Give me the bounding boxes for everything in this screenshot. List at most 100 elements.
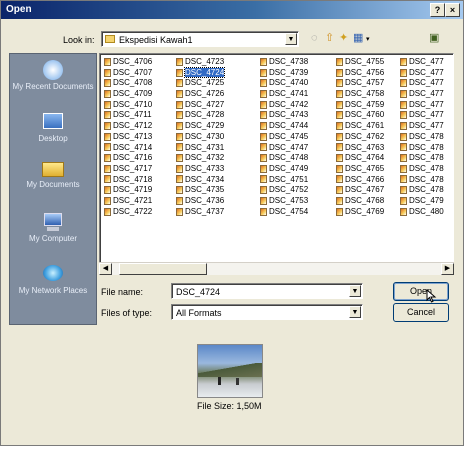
file-item[interactable]: DSC_4737: [176, 207, 224, 218]
file-item[interactable]: DSC_4717: [104, 164, 152, 175]
help-button[interactable]: ?: [430, 3, 445, 17]
file-item[interactable]: DSC_4755: [336, 57, 384, 68]
file-item[interactable]: DSC_4759: [336, 100, 384, 111]
chevron-down-icon[interactable]: ▼: [285, 33, 297, 45]
open-button[interactable]: Open: [393, 282, 449, 301]
file-item[interactable]: DSC_4719: [104, 185, 152, 196]
file-item[interactable]: DSC_4758: [336, 89, 384, 100]
views-dropdown-icon[interactable]: ▾: [366, 34, 370, 46]
file-item[interactable]: DSC_4747: [260, 143, 308, 154]
file-item[interactable]: DSC_478: [400, 185, 444, 196]
back-icon[interactable]: ◌: [311, 32, 318, 44]
file-item[interactable]: DSC_4727: [176, 100, 224, 111]
file-item[interactable]: DSC_4714: [104, 143, 152, 154]
file-item[interactable]: DSC_4749: [260, 164, 308, 175]
file-item[interactable]: DSC_477: [400, 89, 444, 100]
file-item[interactable]: DSC_478: [400, 153, 444, 164]
file-item[interactable]: DSC_4744: [260, 121, 308, 132]
file-item[interactable]: DSC_4730: [176, 132, 224, 143]
file-item[interactable]: DSC_4743: [260, 110, 308, 121]
file-item[interactable]: DSC_4757: [336, 78, 384, 89]
file-item[interactable]: DSC_4753: [260, 196, 308, 207]
file-item[interactable]: DSC_4768: [336, 196, 384, 207]
file-item[interactable]: DSC_4756: [336, 68, 384, 79]
file-item[interactable]: DSC_4760: [336, 110, 384, 121]
file-item[interactable]: DSC_477: [400, 100, 444, 111]
place-computer[interactable]: My Computer: [10, 212, 96, 243]
place-recent[interactable]: My Recent Documents: [10, 60, 96, 91]
file-item[interactable]: DSC_4766: [336, 175, 384, 186]
file-item[interactable]: DSC_4706: [104, 57, 152, 68]
new-folder-icon[interactable]: ✦: [339, 32, 348, 44]
file-item[interactable]: DSC_4729: [176, 121, 224, 132]
file-item[interactable]: DSC_4752: [260, 185, 308, 196]
scroll-left-button[interactable]: ◀: [99, 263, 112, 275]
file-item[interactable]: DSC_4733: [176, 164, 224, 175]
file-item[interactable]: DSC_4736: [176, 196, 224, 207]
file-item[interactable]: DSC_4718: [104, 175, 152, 186]
file-item[interactable]: DSC_4734: [176, 175, 224, 186]
file-item[interactable]: DSC_4732: [176, 153, 224, 164]
file-type-dropdown[interactable]: All Formats ▼: [171, 304, 363, 320]
file-item[interactable]: DSC_477: [400, 57, 444, 68]
file-item[interactable]: DSC_4713: [104, 132, 152, 143]
file-item[interactable]: DSC_4716: [104, 153, 152, 164]
file-item[interactable]: DSC_4739: [260, 68, 308, 79]
cancel-button[interactable]: Cancel: [393, 303, 449, 322]
file-item[interactable]: DSC_4735: [176, 185, 224, 196]
file-item[interactable]: DSC_4723: [176, 57, 224, 68]
file-item[interactable]: DSC_4740: [260, 78, 308, 89]
file-item[interactable]: DSC_477: [400, 121, 444, 132]
file-list[interactable]: DSC_4706 DSC_4707 DSC_4708 DSC_4709 DSC_4710…: [99, 53, 454, 273]
file-item[interactable]: DSC_4728: [176, 110, 224, 121]
file-item[interactable]: DSC_4748: [260, 153, 308, 164]
file-item[interactable]: DSC_4765: [336, 164, 384, 175]
file-item[interactable]: DSC_4722: [104, 207, 152, 218]
file-item[interactable]: DSC_4751: [260, 175, 308, 186]
place-desktop[interactable]: Desktop: [10, 112, 96, 143]
file-item[interactable]: DSC_4762: [336, 132, 384, 143]
file-item[interactable]: DSC_4764: [336, 153, 384, 164]
file-item[interactable]: DSC_4738: [260, 57, 308, 68]
file-item[interactable]: DSC_4710: [104, 100, 152, 111]
up-folder-icon[interactable]: ⇧: [325, 32, 334, 44]
file-item[interactable]: DSC_480: [400, 207, 444, 218]
file-item[interactable]: DSC_4754: [260, 207, 308, 218]
file-item[interactable]: DSC_4711: [104, 110, 152, 121]
file-item[interactable]: DSC_479: [400, 196, 444, 207]
file-item[interactable]: DSC_477: [400, 78, 444, 89]
file-item[interactable]: DSC_4712: [104, 121, 152, 132]
file-item[interactable]: DSC_4767: [336, 185, 384, 196]
file-item[interactable]: DSC_4721: [104, 196, 152, 207]
file-name-input[interactable]: DSC_4724 ▼: [171, 283, 363, 299]
file-item[interactable]: DSC_4745: [260, 132, 308, 143]
file-item[interactable]: DSC_4763: [336, 143, 384, 154]
look-in-dropdown[interactable]: Ekspedisi Kawah1 ▼: [101, 31, 299, 47]
file-item[interactable]: DSC_4707: [104, 68, 152, 79]
file-item[interactable]: DSC_4742: [260, 100, 308, 111]
chevron-down-icon[interactable]: ▼: [349, 306, 361, 318]
file-item[interactable]: DSC_4724: [176, 66, 226, 79]
views-icon[interactable]: ▦: [353, 32, 363, 44]
file-item[interactable]: DSC_478: [400, 143, 444, 154]
file-item[interactable]: DSC_478: [400, 164, 444, 175]
file-item[interactable]: DSC_477: [400, 110, 444, 121]
file-item[interactable]: DSC_4769: [336, 207, 384, 218]
file-item[interactable]: DSC_477: [400, 68, 444, 79]
file-item[interactable]: DSC_4726: [176, 89, 224, 100]
horizontal-scrollbar[interactable]: ◀ ▶: [99, 262, 454, 275]
file-item[interactable]: DSC_4708: [104, 78, 152, 89]
scroll-thumb[interactable]: [119, 263, 207, 275]
scroll-right-button[interactable]: ▶: [441, 263, 454, 275]
file-item[interactable]: DSC_4709: [104, 89, 152, 100]
file-item[interactable]: DSC_478: [400, 132, 444, 143]
file-item[interactable]: DSC_478: [400, 175, 444, 186]
desktop-icon[interactable]: ▣: [429, 32, 439, 44]
file-item[interactable]: DSC_4731: [176, 143, 224, 154]
place-network[interactable]: My Network Places: [10, 264, 96, 295]
title-bar[interactable]: Open ? ×: [1, 1, 463, 19]
chevron-down-icon[interactable]: ▼: [349, 285, 361, 297]
file-item[interactable]: DSC_4761: [336, 121, 384, 132]
place-documents[interactable]: My Documents: [10, 158, 96, 189]
file-item[interactable]: DSC_4725: [176, 78, 224, 89]
